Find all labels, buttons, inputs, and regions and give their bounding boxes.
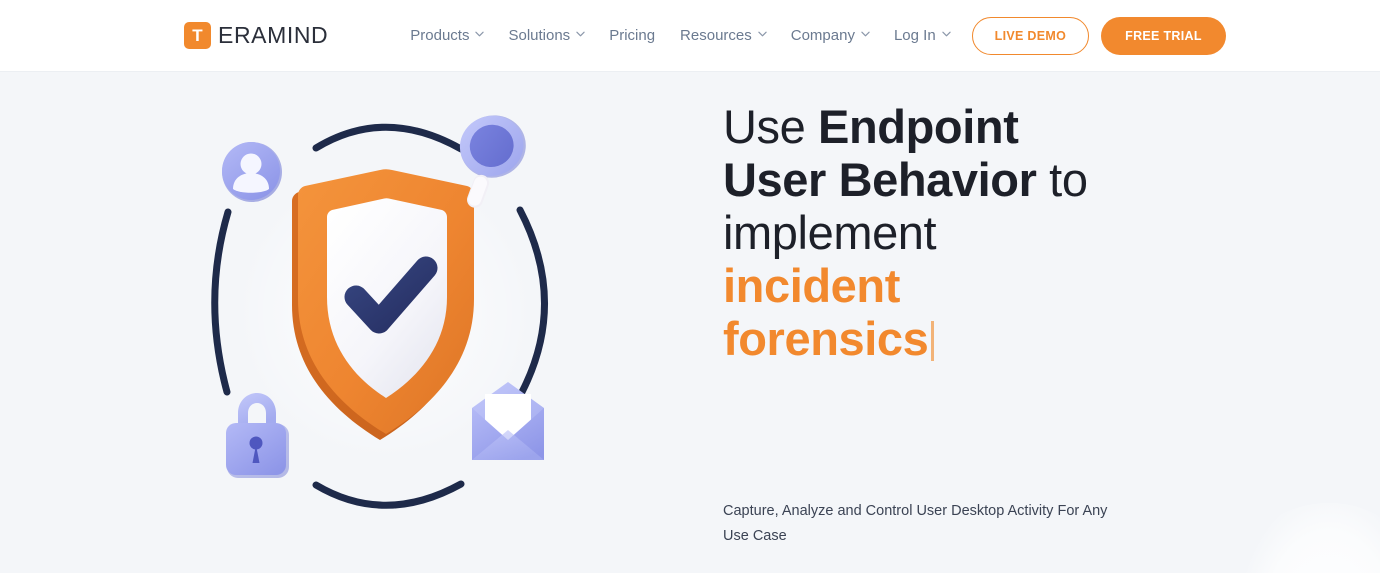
page-root: T ERAMIND Products Solutions Pricing Res…	[0, 0, 1380, 573]
site-header: T ERAMIND Products Solutions Pricing Res…	[0, 0, 1380, 72]
chevron-down-icon	[758, 31, 767, 39]
teramind-logo[interactable]: T ERAMIND	[184, 22, 328, 49]
nav-item-resources[interactable]: Resources	[680, 27, 767, 44]
shield-check-icon	[211, 115, 548, 509]
typing-cursor	[931, 321, 935, 361]
user-avatar-icon	[222, 142, 282, 202]
headline-line1-light: Use	[723, 100, 819, 153]
nav-label-resources: Resources	[680, 27, 752, 44]
chevron-down-icon	[576, 31, 585, 39]
free-trial-button[interactable]: FREE TRIAL	[1101, 16, 1226, 55]
nav-label-products: Products	[410, 27, 470, 44]
headline-line2-light: to	[1036, 153, 1088, 206]
nav-label-company: Company	[790, 27, 855, 44]
logo-mark-icon: T	[184, 22, 211, 49]
headline-accent-word2: forensics	[723, 312, 929, 365]
headline-line3-light: implement	[723, 206, 937, 259]
nav-item-solutions[interactable]: Solutions	[508, 27, 585, 44]
nav-label-solutions: Solutions	[508, 27, 571, 44]
main-navigation: Products Solutions Pricing Resources Com…	[410, 27, 951, 44]
nav-item-products[interactable]: Products	[410, 27, 485, 44]
live-demo-button[interactable]: LIVE DEMO	[971, 16, 1090, 55]
headline-line1-bold: Endpoint	[818, 100, 1019, 153]
logo-wordmark: ERAMIND	[218, 22, 329, 48]
nav-label-pricing: Pricing	[609, 27, 656, 44]
chevron-down-icon	[861, 31, 870, 39]
corner-widget-peek	[1244, 503, 1380, 573]
nav-item-log-in[interactable]: Log In	[893, 27, 951, 44]
header-nav-wrapper: T ERAMIND Products Solutions Pricing Res…	[184, 16, 1226, 55]
nav-label-log-in: Log In	[893, 27, 936, 44]
headline-line2-bold: User Behavior	[723, 153, 1037, 206]
chevron-down-icon	[941, 31, 951, 39]
hero-copy: Use Endpoint User Behavior to implement …	[723, 100, 1163, 544]
nav-item-company[interactable]: Company	[790, 27, 870, 44]
nav-item-pricing[interactable]: Pricing	[609, 27, 655, 44]
hero-section: Use Endpoint User Behavior to implement …	[0, 72, 1380, 573]
header-cta-group: LIVE DEMO FREE TRIAL	[971, 16, 1226, 55]
hero-subcopy: Capture, Analyze and Control User Deskto…	[723, 503, 1108, 544]
hero-illustration	[180, 92, 610, 532]
chevron-down-icon	[475, 31, 485, 39]
hero-headline: Use Endpoint User Behavior to implement …	[723, 100, 1163, 365]
headline-accent-word1: incident	[723, 259, 900, 312]
